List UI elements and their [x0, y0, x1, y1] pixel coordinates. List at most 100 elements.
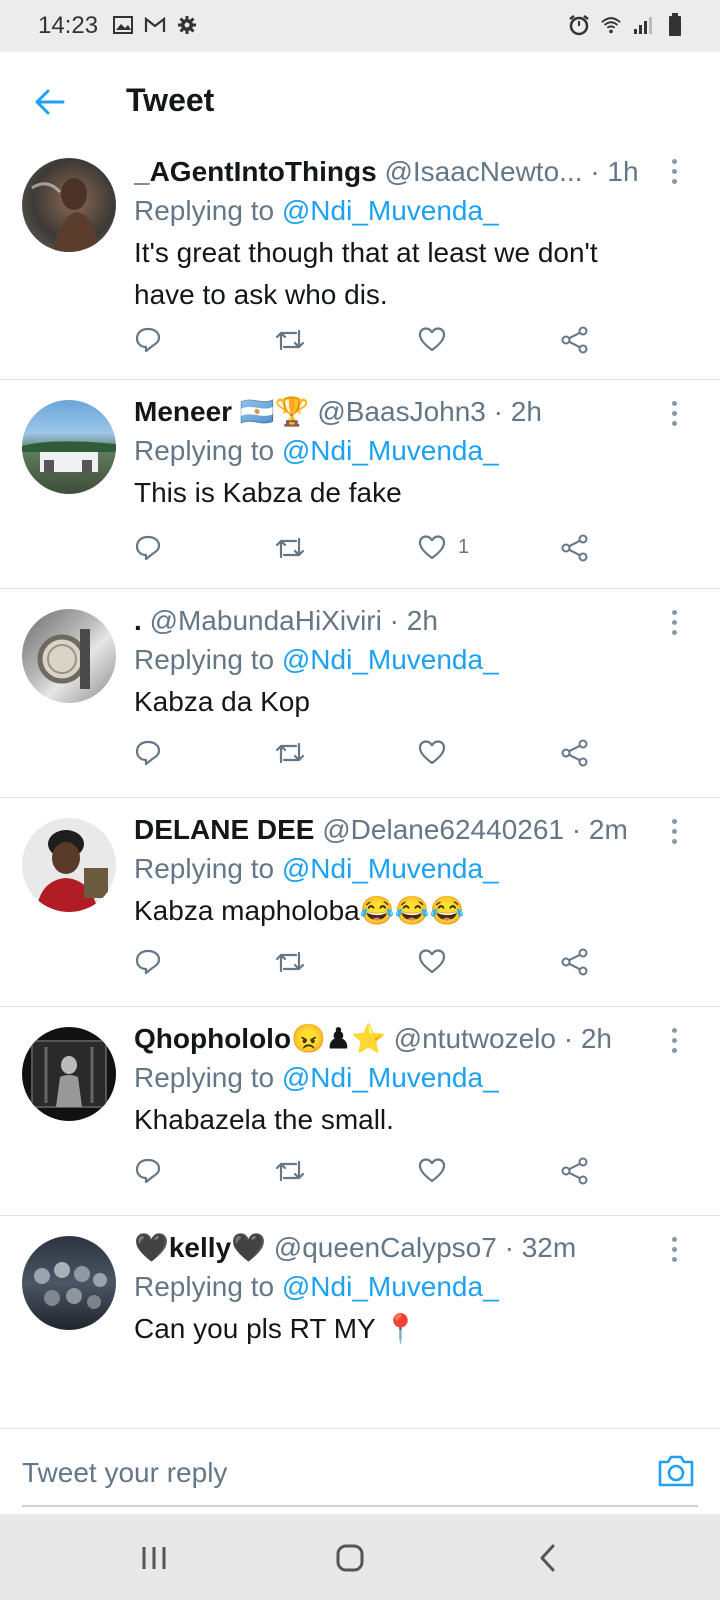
page-title: Tweet: [126, 82, 215, 118]
tweet-text: Kabza mapholoba😂😂😂: [134, 895, 465, 926]
reply-button[interactable]: [134, 534, 162, 562]
status-left-icons: [112, 14, 198, 36]
user-handle[interactable]: @Delane62440261: [322, 814, 564, 845]
share-icon: [561, 948, 588, 976]
retweet-button[interactable]: [274, 739, 306, 767]
tweet-text: Can you pls RT MY 📍: [134, 1313, 418, 1344]
tweet-header: DELANE DEE @Delane62440261 · 2m: [134, 812, 660, 848]
share-button[interactable]: [560, 739, 590, 767]
display-name[interactable]: DELANE DEE: [134, 814, 314, 845]
share-icon: [561, 534, 588, 562]
tweet-text: It's great though that at least we don't…: [134, 237, 598, 310]
reply-button[interactable]: [134, 326, 162, 354]
share-icon: [561, 739, 588, 767]
input-underline: [22, 1505, 698, 1507]
share-button[interactable]: [560, 326, 590, 354]
tweet-text: This is Kabza de fake: [134, 477, 402, 508]
avatar[interactable]: [22, 158, 116, 252]
tweet-header: 🖤kelly🖤 @queenCalypso7 · 32m: [134, 1230, 660, 1266]
tweet-actions: [134, 739, 604, 779]
mention-link[interactable]: @Ndi_Muvenda_: [282, 1271, 499, 1302]
mention-link[interactable]: @Ndi_Muvenda_: [282, 644, 499, 675]
like-button[interactable]: [418, 1157, 458, 1183]
tweet-item[interactable]: Meneer 🇦🇷🏆 @BaasJohn3 · 2h Replying to @…: [0, 380, 720, 589]
user-handle[interactable]: @ntutwozelo: [394, 1023, 556, 1054]
reply-icon: [135, 327, 161, 353]
heart-icon: [418, 1158, 446, 1183]
reply-button[interactable]: [134, 1157, 162, 1185]
back-arrow-icon[interactable]: [28, 82, 72, 122]
retweet-icon: [275, 1160, 305, 1182]
share-button[interactable]: [560, 534, 590, 562]
display-name[interactable]: 🖤kelly🖤: [134, 1232, 266, 1263]
recent-apps-icon[interactable]: [134, 1540, 174, 1576]
tweet-item[interactable]: DELANE DEE @Delane62440261 · 2m Replying…: [0, 798, 720, 1007]
reply-icon: [135, 740, 161, 766]
display-name[interactable]: _AGentIntoThings: [134, 156, 377, 187]
replying-to: Replying to @Ndi_Muvenda_: [134, 430, 660, 472]
settings-icon: [176, 14, 198, 36]
mention-link[interactable]: @Ndi_Muvenda_: [282, 853, 499, 884]
more-options-icon[interactable]: [664, 607, 684, 637]
tweet-item[interactable]: . @MabundaHiXiviri · 2h Replying to @Ndi…: [0, 589, 720, 798]
avatar[interactable]: [22, 609, 116, 703]
signal-icon: [632, 14, 654, 36]
mention-link[interactable]: @Ndi_Muvenda_: [282, 1062, 499, 1093]
retweet-button[interactable]: [274, 534, 306, 562]
user-handle[interactable]: @MabundaHiXiviri: [150, 605, 382, 636]
replying-to: Replying to @Ndi_Muvenda_: [134, 190, 660, 232]
avatar[interactable]: [22, 818, 116, 912]
home-icon[interactable]: [330, 1540, 370, 1576]
more-options-icon[interactable]: [664, 816, 684, 846]
back-icon[interactable]: [528, 1540, 568, 1576]
reply-button[interactable]: [134, 739, 162, 767]
retweet-button[interactable]: [274, 1157, 306, 1185]
avatar[interactable]: [22, 1236, 116, 1330]
retweet-button[interactable]: [274, 948, 306, 976]
retweet-button[interactable]: [274, 326, 306, 354]
share-button[interactable]: [560, 1157, 590, 1185]
tweet-header: Meneer 🇦🇷🏆 @BaasJohn3 · 2h: [134, 394, 660, 430]
more-options-icon[interactable]: [664, 1234, 684, 1264]
share-button[interactable]: [560, 948, 590, 976]
like-button[interactable]: [418, 739, 458, 765]
user-handle[interactable]: @queenCalypso7: [274, 1232, 497, 1263]
user-handle[interactable]: @BaasJohn3: [317, 396, 486, 427]
like-button[interactable]: [418, 948, 458, 974]
tweet-time: · 2h: [389, 605, 438, 636]
tweet-item[interactable]: _AGentIntoThings @IsaacNewto... · 1h Rep…: [0, 150, 720, 380]
display-name[interactable]: Meneer 🇦🇷🏆: [134, 396, 310, 427]
status-time: 14:23: [38, 12, 99, 39]
tweet-item[interactable]: 🖤kelly🖤 @queenCalypso7 · 32m Replying to…: [0, 1216, 720, 1428]
reply-button[interactable]: [134, 948, 162, 976]
display-name[interactable]: Qhophololo😠♟⭐: [134, 1023, 386, 1054]
mention-link[interactable]: @Ndi_Muvenda_: [282, 435, 499, 466]
replying-label: Replying to: [134, 435, 275, 466]
replying-to: Replying to @Ndi_Muvenda_: [134, 1057, 660, 1099]
tweet-text: Kabza da Kop: [134, 686, 310, 717]
share-icon: [561, 1157, 588, 1185]
replies-feed[interactable]: _AGentIntoThings @IsaacNewto... · 1h Rep…: [0, 150, 720, 1428]
tweet-item[interactable]: Qhophololo😠♟⭐ @ntutwozelo · 2h Replying …: [0, 1007, 720, 1216]
avatar[interactable]: [22, 1027, 116, 1121]
image-icon: [112, 14, 134, 36]
like-button[interactable]: 1: [418, 534, 469, 560]
tweet-time: · 1h: [590, 156, 639, 187]
reply-composer: Tweet your reply: [0, 1428, 720, 1513]
like-button[interactable]: [418, 326, 458, 352]
retweet-icon: [275, 329, 305, 351]
display-name[interactable]: .: [134, 605, 142, 636]
retweet-icon: [275, 742, 305, 764]
retweet-icon: [275, 537, 305, 559]
tweet-header: _AGentIntoThings @IsaacNewto... · 1h: [134, 154, 660, 190]
mention-link[interactable]: @Ndi_Muvenda_: [282, 195, 499, 226]
more-options-icon[interactable]: [664, 156, 684, 186]
more-options-icon[interactable]: [664, 398, 684, 428]
more-options-icon[interactable]: [664, 1025, 684, 1055]
user-handle[interactable]: @IsaacNewto...: [384, 156, 582, 187]
tweet-time: · 2m: [571, 814, 628, 845]
avatar[interactable]: [22, 400, 116, 494]
camera-icon[interactable]: [656, 1453, 696, 1493]
reply-input[interactable]: Tweet your reply: [22, 1457, 227, 1489]
replying-label: Replying to: [134, 195, 275, 226]
